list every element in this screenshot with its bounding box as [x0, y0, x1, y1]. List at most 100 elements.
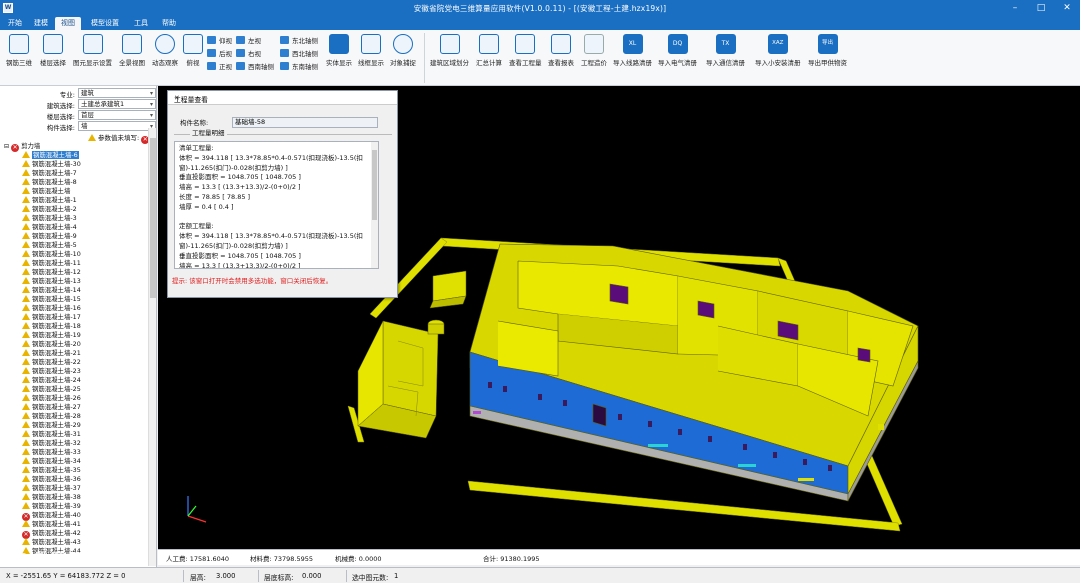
front-view-button[interactable]: 正视	[207, 61, 232, 73]
import-electrical-list-button[interactable]: DQ 导入电气清册	[658, 34, 697, 67]
right-view-button[interactable]: 右视	[236, 48, 261, 60]
tree-item[interactable]: 钢筋混凝土墙-22	[22, 358, 81, 367]
scrollbar-thumb[interactable]	[372, 150, 377, 220]
tree-item[interactable]: 钢筋混凝土墙-8	[22, 178, 77, 187]
tree-item[interactable]: 钢筋混凝土墙-29	[22, 421, 81, 430]
tree-item[interactable]: 钢筋混凝土墙-27	[22, 403, 81, 412]
bottom-view-button[interactable]: 仰视	[207, 35, 232, 47]
scrollbar-thumb[interactable]	[150, 138, 156, 298]
tree-item[interactable]: ✕ 钢筋混凝土墙-42	[22, 529, 81, 539]
southeast-iso-button[interactable]: 东南轴侧	[280, 61, 318, 73]
solid-display-button[interactable]: 实体显示	[326, 34, 352, 67]
back-view-button[interactable]: 后视	[207, 48, 232, 60]
import-small-install-list-button[interactable]: XAZ 导入小安装清册	[755, 34, 801, 67]
view-quantity-button[interactable]: 查看工程量	[509, 34, 542, 67]
tree-item[interactable]: 钢筋混凝土墙-12	[22, 268, 81, 277]
tree-item[interactable]: 钢筋混凝土墙-13	[22, 277, 81, 286]
building-icon	[439, 34, 460, 54]
tree-item[interactable]: 钢筋混凝土墙	[22, 187, 70, 196]
minimize-button[interactable]: –	[1002, 0, 1028, 16]
menu-start[interactable]: 开始	[2, 17, 28, 30]
tree-item[interactable]: 钢筋混凝土墙-32	[22, 439, 81, 448]
dialog-titlebar[interactable]: 工程量查看 ✕	[168, 91, 397, 105]
tree-item[interactable]: 钢筋混凝土墙-2	[22, 205, 77, 214]
rebar-3d-button[interactable]: 钢筋三维	[6, 34, 32, 67]
building-zone-button[interactable]: 建筑区域划分	[430, 34, 469, 67]
tree-item[interactable]: 钢筋混凝土墙-26	[22, 394, 81, 403]
import-telecom-list-button[interactable]: TX 导入通信清册	[706, 34, 745, 67]
tree-item[interactable]: 钢筋混凝土墙-33	[22, 448, 81, 457]
floor-select-button[interactable]: 楼层选择	[40, 34, 66, 67]
tree-item[interactable]: 钢筋混凝土墙-38	[22, 493, 81, 502]
dq-badge-icon: DQ	[667, 34, 688, 54]
tree-item[interactable]: 钢筋混凝土墙-43	[22, 538, 81, 547]
export-supplied-materials-button[interactable]: 导出 导出甲供物资	[808, 34, 847, 67]
tree-root-shear-wall[interactable]: ⊟ ✕ 剪力墙	[4, 142, 40, 152]
tree-item[interactable]: 钢筋混凝土墙-18	[22, 322, 81, 331]
detail-scrollbar[interactable]	[371, 142, 378, 268]
building-select[interactable]: 土建总承建筑1	[78, 99, 156, 109]
summary-calc-button[interactable]: 汇总计算	[476, 34, 502, 67]
tree-item[interactable]: 钢筋混凝土墙-21	[22, 349, 81, 358]
tree-item[interactable]: 钢筋混凝土墙-31	[22, 430, 81, 439]
selected-count-value: 1	[394, 572, 399, 580]
tree-item[interactable]: 钢筋混凝土墙-15	[22, 295, 81, 304]
tree-item[interactable]: 钢筋混凝土墙-24	[22, 376, 81, 385]
tree-item[interactable]: 钢筋混凝土墙-19	[22, 331, 81, 340]
menu-help[interactable]: 帮助	[156, 17, 182, 30]
tree-item[interactable]: 钢筋混凝土墙-41	[22, 520, 81, 529]
warning-icon	[22, 169, 30, 176]
floor-height-value: 3.000	[216, 572, 236, 580]
northeast-iso-button[interactable]: 东北轴侧	[280, 35, 318, 47]
close-button[interactable]: ✕	[1054, 0, 1080, 16]
tree-item[interactable]: 钢筋混凝土墙-4	[22, 223, 77, 232]
tree-item[interactable]: 钢筋混凝土墙-14	[22, 286, 81, 295]
tree-item[interactable]: 钢筋混凝土墙-35	[22, 466, 81, 475]
tree-item[interactable]: 钢筋混凝土墙-36	[22, 475, 81, 484]
tree-item[interactable]: 钢筋混凝土墙-1	[22, 196, 77, 205]
northwest-iso-button[interactable]: 西北轴侧	[280, 48, 318, 60]
tree-item[interactable]: 钢筋混凝土墙-7	[22, 169, 77, 178]
project-cost-button[interactable]: 工程造价	[581, 34, 607, 67]
wireframe-display-button[interactable]: 线框显示	[358, 34, 384, 67]
quantity-detail-box[interactable]: 清单工程量: 体积 = 394.118 [ 13.3*78.85*0.4-0.5…	[174, 141, 379, 269]
tree-item[interactable]: 钢筋混凝土墙-20	[22, 340, 81, 349]
tree-item[interactable]: 钢筋混凝土墙-39	[22, 502, 81, 511]
tree-item[interactable]: ✕ 钢筋混凝土墙-40	[22, 511, 81, 521]
tree-item[interactable]: 钢筋混凝土墙-25	[22, 385, 81, 394]
top-view-button[interactable]: 俯视	[183, 34, 203, 67]
tree-item[interactable]: 钢筋混凝土墙-9	[22, 232, 77, 241]
tree-scrollbar[interactable]	[148, 128, 156, 566]
menu-view[interactable]: 视图	[55, 17, 81, 30]
menu-tools[interactable]: 工具	[128, 17, 154, 30]
tree-item[interactable]: 钢筋混凝土墙-28	[22, 412, 81, 421]
menu-modeling[interactable]: 建模	[28, 17, 54, 30]
view-report-button[interactable]: 查看报表	[548, 34, 574, 67]
element-display-settings-button[interactable]: 图元显示设置	[73, 34, 112, 67]
left-view-button[interactable]: 左视	[236, 35, 261, 47]
tree-item[interactable]: 钢筋混凝土墙-5	[22, 241, 77, 250]
southwest-iso-button[interactable]: 西南轴侧	[236, 61, 274, 73]
tree-item[interactable]: 钢筋混凝土墙-11	[22, 259, 81, 268]
tree-item[interactable]: 钢筋混凝土墙-10	[22, 250, 81, 259]
tree-item[interactable]: 钢筋混凝土墙-3	[22, 214, 77, 223]
collapse-icon[interactable]: ⊟	[4, 143, 9, 150]
tree-item[interactable]: 钢筋混凝土墙-23	[22, 367, 81, 376]
close-icon[interactable]: ✕	[174, 94, 392, 102]
menu-model-settings[interactable]: 模型设置	[85, 17, 125, 30]
panorama-view-button[interactable]: 全景视图	[119, 34, 145, 67]
major-select[interactable]: 建筑	[78, 88, 156, 98]
dynamic-observe-button[interactable]: 动态观察	[152, 34, 178, 67]
tree-item[interactable]: 钢筋混凝土墙-16	[22, 304, 81, 313]
tree-item[interactable]: 钢筋混凝土墙-37	[22, 484, 81, 493]
floor-select[interactable]: 首层	[78, 110, 156, 120]
tree-item[interactable]: 钢筋混凝土墙-30	[22, 160, 81, 169]
tree-item[interactable]: 钢筋混凝土墙-17	[22, 313, 81, 322]
status-separator	[346, 570, 347, 582]
tree-item[interactable]: 钢筋混凝土墙-34	[22, 457, 81, 466]
maximize-button[interactable]: □	[1028, 0, 1054, 16]
tree-item[interactable]: 钢筋混凝土墙-6	[22, 151, 79, 160]
object-snap-button[interactable]: 对象捕捉	[390, 34, 416, 67]
import-line-list-button[interactable]: XL 导入线路清册	[613, 34, 652, 67]
component-name-field[interactable]: 基础墙-58	[232, 117, 378, 128]
